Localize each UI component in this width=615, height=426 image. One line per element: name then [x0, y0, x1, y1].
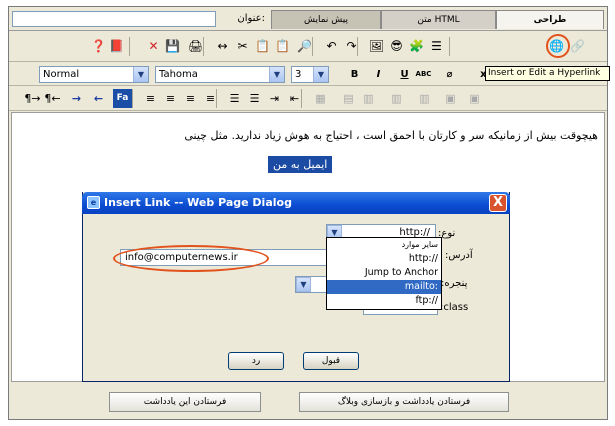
indent-icon[interactable]: ⇥	[265, 89, 284, 108]
clear-format-button[interactable]: ⌀	[440, 65, 459, 84]
class-label: class:	[440, 302, 469, 313]
dialog-title: Insert Link -- Web Page Dialog	[104, 196, 292, 209]
redo-icon[interactable]: ↷	[342, 37, 361, 56]
toolbar-separator	[357, 37, 358, 56]
toolbar-separator	[203, 37, 204, 56]
hyperlink-highlight-ring	[546, 34, 570, 58]
align-left-icon[interactable]: ≡	[141, 89, 160, 108]
type-option[interactable]: Jump to Anchor	[327, 266, 441, 280]
paste-icon[interactable]: 📋	[273, 37, 292, 56]
table-icon[interactable]: ▦	[311, 89, 330, 108]
align-justify-icon[interactable]: ≡	[201, 89, 220, 108]
type-option[interactable]: ftp://	[327, 294, 441, 308]
title-input[interactable]	[12, 11, 216, 27]
tab-design[interactable]: طراحی	[496, 10, 604, 29]
delete-icon[interactable]: ✕	[144, 37, 163, 56]
copy-icon[interactable]: 📋	[253, 37, 272, 56]
insert-row-icon[interactable]: ▥	[359, 89, 378, 108]
toolbar-paragraph: ¶→ ¶← → ← Fa ≡ ≡ ≡ ≡ ☰ ☰ ⇥ ⇤ ▦ ▤ ▥ ▥ ▥ ▣ ▣	[9, 87, 607, 111]
ltr-paragraph-icon[interactable]: ¶→	[23, 89, 42, 108]
toolbar-separator	[449, 37, 450, 56]
toolbar-separator	[132, 89, 133, 108]
special-object-icon[interactable]: 🧩	[407, 37, 426, 56]
numbered-list-icon[interactable]: ☰	[225, 89, 244, 108]
bottom-bar: فرستادن یادداشت و بازسازی وبلاگ فرستادن …	[9, 385, 607, 419]
send-button[interactable]: فرستادن این یادداشت	[109, 392, 261, 412]
hyperlink-tooltip: Insert or Edit a Hyperlink	[485, 66, 610, 81]
chevron-down-icon[interactable]: ▼	[296, 277, 311, 292]
style-select-value: Normal	[43, 69, 80, 80]
window-label: پنجره:	[441, 278, 468, 289]
editor-text[interactable]: هیچوقت بیش از زمانیکه سر و کارتان با احم…	[184, 129, 598, 142]
arrow-right-icon[interactable]: →	[67, 89, 86, 108]
underline-button[interactable]: U	[395, 65, 414, 84]
align-right-icon[interactable]: ≡	[181, 89, 200, 108]
font-select[interactable]: Tahoma ▼	[155, 66, 285, 83]
italic-button[interactable]: I	[369, 65, 388, 84]
horizontal-rule-icon[interactable]: ☰	[427, 37, 446, 56]
close-icon[interactable]: X	[489, 194, 507, 212]
cut-icon[interactable]: ✂	[233, 37, 252, 56]
tab-preview[interactable]: پیش نمایش	[271, 10, 381, 29]
merge-cells-icon[interactable]: ▣	[441, 89, 460, 108]
type-dropdown-list: سایر موارد http://Jump to Anchor mailto: ft…	[326, 237, 442, 310]
web-page-icon: e	[87, 196, 100, 209]
style-select[interactable]: Normal ▼	[39, 66, 149, 83]
editor-window: عنوان: پیش نمایش متن HTML طراحی ❓ 📕 ✕ 💾 🖨 ↔ ✂ 📋…	[8, 6, 610, 420]
address-label: آدرس:	[445, 250, 473, 261]
size-select-value: 3	[295, 69, 302, 80]
toolbar-main: ❓ 📕 ✕ 💾 🖨 ↔ ✂ 📋 📋 🔎 ↶ ↷ 🖼 😎 🧩 ☰ 🌐 🔗	[9, 32, 607, 62]
arrow-left-icon[interactable]: ←	[89, 89, 108, 108]
editor-selected-link[interactable]: ایمیل به من	[268, 156, 333, 173]
insert-link-dialog: e Insert Link -- Web Page Dialog X نوع: …	[82, 192, 510, 382]
split-cells-icon[interactable]: ▣	[465, 89, 484, 108]
undo-icon[interactable]: ↶	[322, 37, 341, 56]
title-label: عنوان:	[237, 13, 265, 24]
cancel-button[interactable]: رد	[228, 352, 284, 370]
spellcheck-icon[interactable]: ↔	[213, 37, 232, 56]
smiley-icon[interactable]: 😎	[387, 37, 406, 56]
bold-button[interactable]: B	[345, 65, 364, 84]
font-select-value: Tahoma	[159, 69, 198, 80]
type-option[interactable]: http://	[327, 252, 441, 266]
chevron-down-icon[interactable]: ▼	[133, 67, 148, 82]
bullet-list-icon[interactable]: ☰	[245, 89, 264, 108]
rtl-paragraph-icon[interactable]: ¶←	[43, 89, 62, 108]
type-option[interactable]: mailto:	[327, 280, 441, 294]
insert-column-icon[interactable]: ▥	[387, 89, 406, 108]
toolbar-separator	[312, 37, 313, 56]
title-bar: عنوان: پیش نمایش متن HTML طراحی	[9, 7, 607, 31]
align-center-icon[interactable]: ≡	[161, 89, 180, 108]
type-option[interactable]: سایر موارد	[327, 238, 441, 252]
chevron-down-icon[interactable]: ▼	[313, 67, 328, 82]
toolbar-separator	[129, 37, 130, 56]
send-and-refresh-button[interactable]: فرستادن یادداشت و بازسازی وبلاگ	[299, 392, 509, 412]
address-highlight-ring	[113, 245, 269, 272]
delete-row-icon[interactable]: ▥	[415, 89, 434, 108]
save-icon[interactable]: 💾	[163, 37, 182, 56]
table-properties-icon[interactable]: ▤	[339, 89, 358, 108]
unlink-icon[interactable]: 🔗	[568, 37, 587, 56]
book-icon[interactable]: 📕	[107, 37, 126, 56]
dialog-title-bar[interactable]: e Insert Link -- Web Page Dialog X	[82, 192, 510, 214]
persian-font-icon[interactable]: Fa	[113, 89, 132, 108]
size-select[interactable]: 3 ▼	[291, 66, 329, 83]
toolbar-separator	[216, 89, 217, 108]
help-icon[interactable]: ❓	[89, 37, 108, 56]
strikethrough-button[interactable]: ABC	[414, 65, 433, 84]
toolbar-separator	[301, 89, 302, 108]
tab-html[interactable]: متن HTML	[381, 10, 496, 29]
ok-button[interactable]: قبول	[303, 352, 359, 370]
image-icon[interactable]: 🖼	[367, 37, 386, 56]
chevron-down-icon[interactable]: ▼	[269, 67, 284, 82]
